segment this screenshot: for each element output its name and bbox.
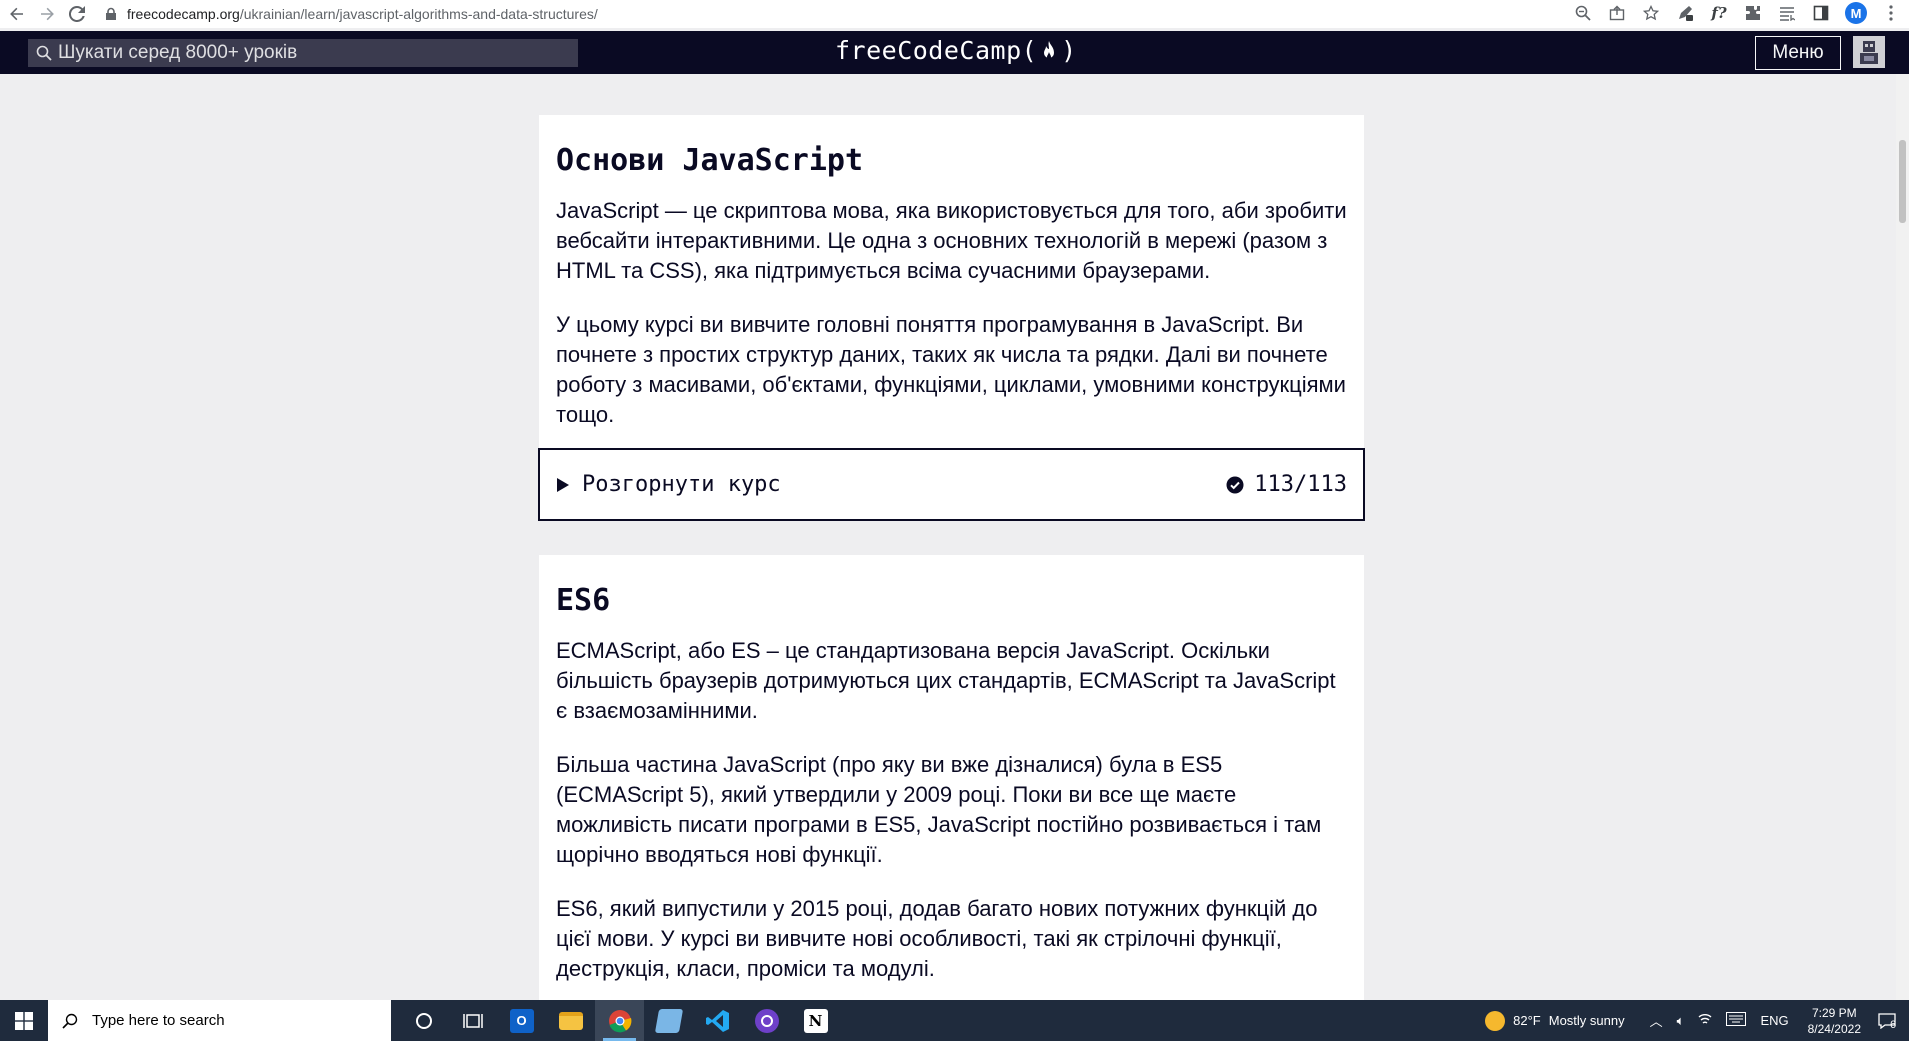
weather-temp: 82°F (1513, 1013, 1541, 1028)
notification-center-icon[interactable]: 6 (1873, 1007, 1901, 1035)
notepad-icon[interactable] (644, 1000, 693, 1041)
zoom-icon[interactable] (1573, 3, 1593, 23)
windows-start-icon[interactable] (0, 1000, 48, 1041)
browser-toolbar: freecodecamp.org /ukrainian/learn/javasc… (0, 0, 1909, 28)
forward-icon[interactable] (34, 1, 60, 27)
section-paragraph: ECMAScript, або ES – це стандартизована … (556, 638, 1336, 723)
section-paragraph: У цьому курсі ви вивчите головні поняття… (556, 312, 1346, 427)
search-icon (62, 1013, 78, 1029)
weather-desc: Mostly sunny (1548, 1013, 1625, 1028)
keyboard-icon[interactable] (1726, 1012, 1747, 1029)
section-paragraph: ES6, який випустили у 2015 році, додав б… (556, 896, 1318, 981)
weather-widget[interactable]: 82°F Mostly sunny (1485, 1010, 1625, 1031)
extension-pen-icon[interactable] (1675, 3, 1695, 23)
site-navbar: freeCodeCamp( ) Меню (0, 31, 1909, 74)
back-icon[interactable] (4, 1, 30, 27)
extension-fx-icon[interactable]: f? (1709, 3, 1729, 23)
wifi-icon[interactable] (1698, 1013, 1712, 1028)
chrome-icon[interactable] (595, 1000, 644, 1041)
course-section-js-basics: Основи JavaScript JavaScript — це скрипт… (538, 115, 1365, 521)
clock[interactable]: 7:29 PM 8/24/2022 (1808, 1005, 1861, 1037)
caret-right-icon (557, 477, 569, 492)
notification-count: 6 (1889, 1018, 1897, 1031)
page-scrollbar[interactable] (1896, 74, 1909, 1000)
expand-course-button[interactable]: Розгорнути курс 113/113 (538, 448, 1365, 521)
cortana-icon[interactable] (399, 1000, 448, 1041)
system-tray: 82°F Mostly sunny ︿ 🔈︎ ENG 7:29 PM 8/24/… (1485, 1000, 1909, 1041)
taskbar-search[interactable]: Type here to search (48, 1000, 391, 1041)
search-box[interactable] (28, 39, 578, 67)
scrollbar-thumb[interactable] (1899, 140, 1906, 223)
share-icon[interactable] (1607, 3, 1627, 23)
bookmark-star-icon[interactable] (1641, 3, 1661, 23)
task-view-icon[interactable] (448, 1000, 497, 1041)
github-desktop-icon[interactable] (742, 1000, 791, 1041)
windows-taskbar: Type here to search O N 82°F Mostly sunn… (0, 1000, 1909, 1041)
flame-icon (1044, 40, 1055, 59)
outlook-icon[interactable]: O (497, 1000, 546, 1041)
browser-menu-icon[interactable] (1881, 3, 1901, 23)
course-section-es6: ES6 ECMAScript, або ES – це стандартизов… (539, 555, 1364, 1000)
address-bar[interactable]: freecodecamp.org /ukrainian/learn/javasc… (104, 6, 598, 22)
sun-icon (1485, 1010, 1506, 1031)
check-circle-icon (1226, 476, 1244, 493)
reading-list-icon[interactable] (1777, 3, 1797, 23)
clock-time: 7:29 PM (1811, 1005, 1857, 1020)
section-paragraph: Більша частина JavaScript (про яку ви вж… (556, 752, 1322, 867)
site-logo[interactable]: freeCodeCamp( ) (835, 36, 1077, 65)
url-path: /ukrainian/learn/javascript-algorithms-a… (239, 6, 598, 22)
menu-button[interactable]: Меню (1755, 36, 1841, 70)
search-icon (36, 45, 52, 61)
url-host: freecodecamp.org (127, 6, 240, 22)
section-paragraph: JavaScript — це скриптова мова, яка вико… (556, 198, 1347, 283)
reload-icon[interactable] (64, 1, 90, 27)
expand-course-label: Розгорнути курс (582, 472, 781, 497)
logo-text-end: ) (1061, 36, 1077, 65)
section-title: Основи JavaScript (556, 143, 864, 178)
profile-avatar[interactable]: M (1845, 2, 1867, 24)
extensions-puzzle-icon[interactable] (1743, 3, 1763, 23)
search-input[interactable] (58, 42, 558, 64)
file-explorer-icon[interactable] (546, 1000, 595, 1041)
taskbar-search-placeholder: Type here to search (92, 1012, 225, 1029)
input-language[interactable]: ENG (1760, 1013, 1788, 1028)
notion-icon[interactable]: N (791, 1000, 840, 1041)
user-avatar[interactable] (1853, 36, 1885, 68)
chevron-up-icon[interactable]: ︿ (1650, 1011, 1663, 1030)
clock-date: 8/24/2022 (1807, 1021, 1861, 1036)
side-panel-icon[interactable] (1811, 3, 1831, 23)
course-progress: 113/113 (1254, 472, 1347, 497)
lock-icon (106, 7, 116, 20)
logo-text: freeCodeCamp( (835, 36, 1038, 65)
vscode-icon[interactable] (693, 1000, 742, 1041)
section-title: ES6 (556, 583, 611, 618)
volume-icon[interactable]: 🔈︎ (1677, 1013, 1685, 1029)
